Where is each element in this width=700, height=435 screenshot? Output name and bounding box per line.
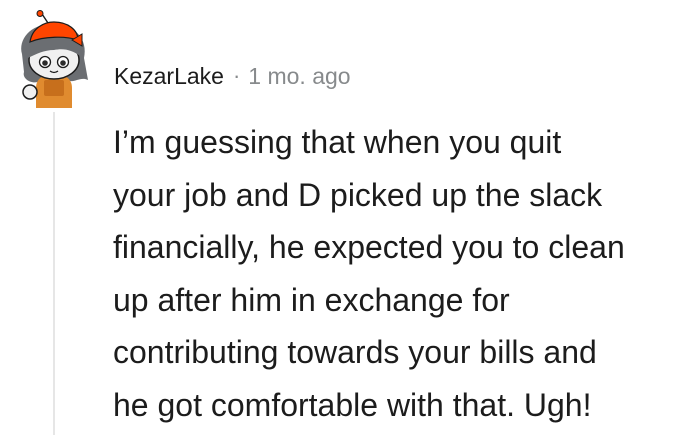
comment-body-line: financially, he expected you to clean [113,229,625,265]
comment-body-line: I’m guessing that when you quit [113,124,562,160]
author-link[interactable]: KezarLake [114,63,224,90]
comment-body-line: up after him in exchange for [113,281,510,318]
snoo-avatar-icon[interactable] [8,10,100,110]
comment-body: I’m guessing that when you quit your job… [113,116,698,431]
comment-body-line: your job and D picked up the slack [113,176,603,213]
comment: KezarLake · 1 mo. ago I’m guessing that … [0,0,700,435]
comment-body-line: he got comfortable with that. Ugh! [113,386,592,423]
meta-separator: · [232,63,241,88]
comment-meta: KezarLake · 1 mo. ago [114,58,351,94]
comment-body-line: contributing towards your bills and [113,334,597,370]
thread-line[interactable] [53,112,55,435]
timestamp-link[interactable]: 1 mo. ago [248,63,350,90]
